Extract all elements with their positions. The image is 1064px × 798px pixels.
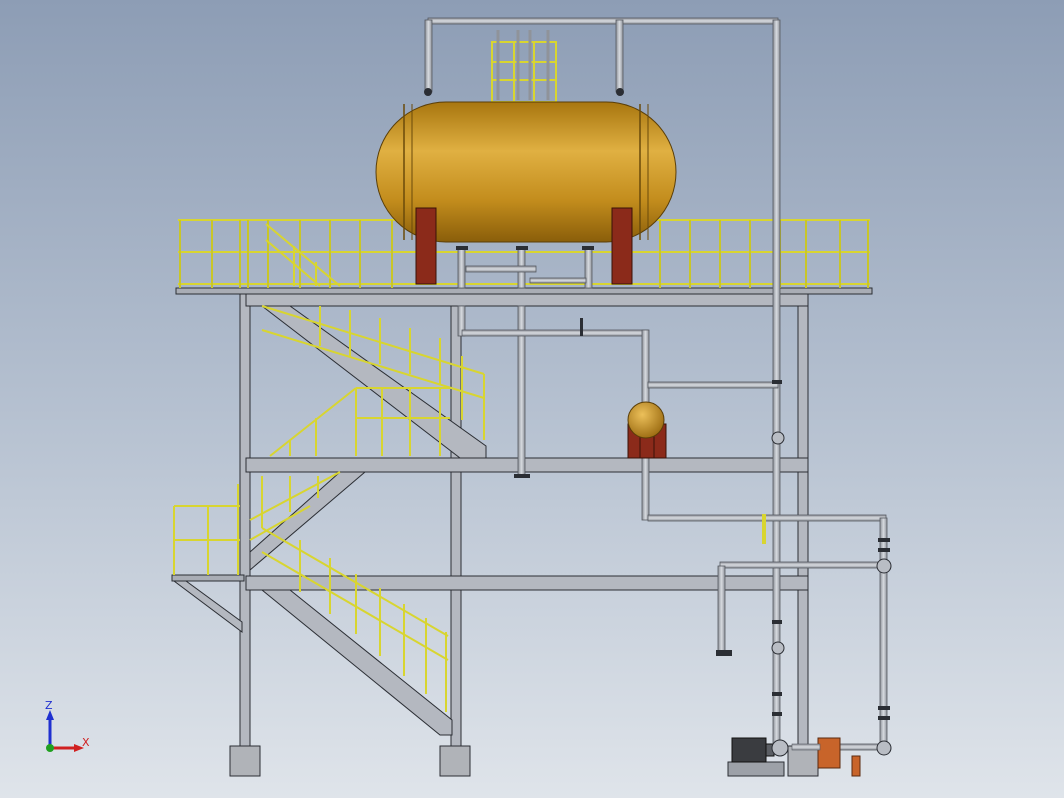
tank-support-right <box>611 207 633 285</box>
pipe-under-tank-1 <box>457 247 466 289</box>
axis-triad: Z X <box>45 699 90 752</box>
lower-landing-railing <box>173 484 240 575</box>
valve-icon <box>771 431 785 445</box>
valve-icon <box>771 641 785 655</box>
pipe-under-tank-lower <box>529 277 587 284</box>
lower-landing-brace <box>172 580 243 633</box>
pipe-horizontal-upper <box>461 329 649 337</box>
cad-viewport[interactable]: Z X <box>0 0 1064 798</box>
column-middle <box>450 293 462 747</box>
pipe-horizontal-384 <box>647 381 779 389</box>
pipe-top-mid-drop <box>615 19 624 93</box>
spherical-vessel <box>627 401 667 459</box>
base-plate-left <box>229 745 261 777</box>
top-stair-handrail <box>265 223 341 287</box>
z-axis-label: Z <box>45 699 53 712</box>
top-deck-plate <box>175 287 873 295</box>
valve-icon <box>876 740 892 756</box>
pipe-top-horizontal <box>427 17 779 25</box>
pump-baseplate <box>727 761 785 777</box>
valve-icon <box>616 88 624 96</box>
horizontal-storage-tank <box>375 101 677 285</box>
lower-stair-railing <box>261 527 449 712</box>
pipe-drop-720 <box>717 565 726 655</box>
valve-icon <box>424 88 432 96</box>
pump-casing <box>771 739 789 757</box>
model-view[interactable]: Z X <box>0 0 1064 798</box>
pipe-top-left-drop <box>424 19 433 93</box>
heater-box <box>817 737 841 769</box>
mid-level-beam <box>245 457 809 473</box>
column-left <box>239 293 251 747</box>
base-plate-right <box>787 745 819 777</box>
top-access-ladder <box>491 41 557 103</box>
x-axis-label: X <box>82 736 90 749</box>
base-plate-middle <box>439 745 471 777</box>
pipe-horizontal-564 <box>719 561 887 569</box>
ladder-grey-rails <box>496 30 550 100</box>
pipe-under-tank-horizontal <box>465 265 537 273</box>
pipe-horizontal-516 <box>647 514 887 522</box>
valve-icon <box>876 558 892 574</box>
tank-support-left <box>415 207 437 285</box>
lower-landing-plate <box>171 574 245 582</box>
motor-body <box>731 737 767 763</box>
